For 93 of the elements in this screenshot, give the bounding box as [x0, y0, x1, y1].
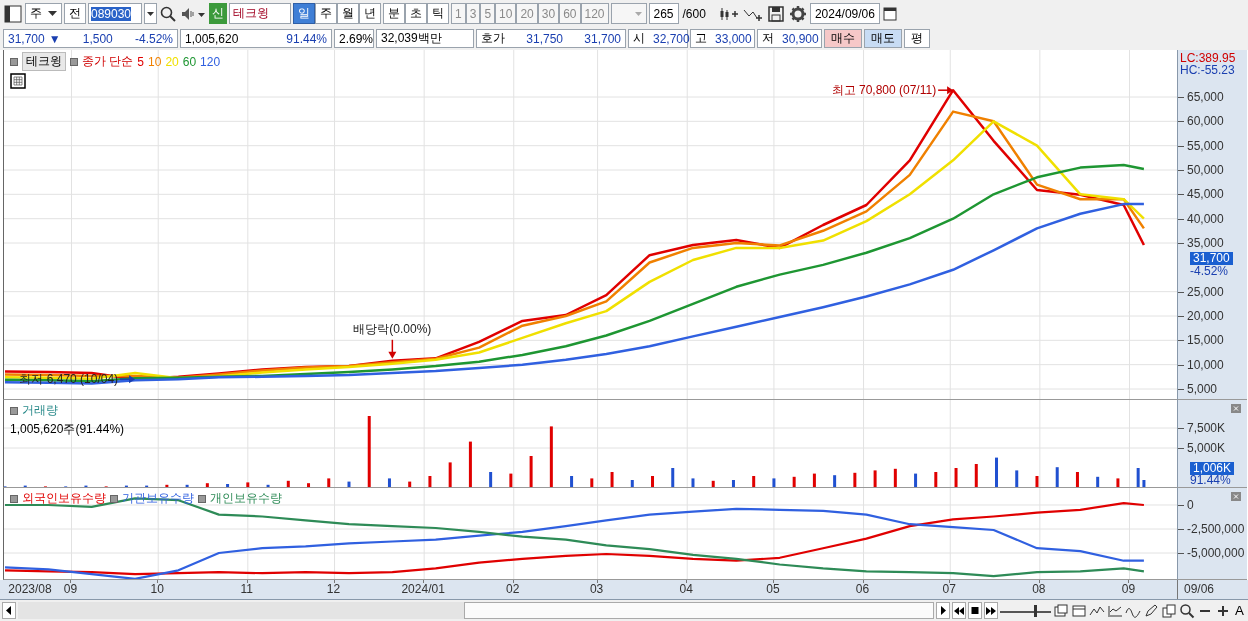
count-field[interactable]: 265 [648, 3, 679, 24]
axis-label: 09 [1121, 581, 1136, 598]
period-tab[interactable]: 초 [405, 3, 427, 24]
open-label: 시 [633, 30, 645, 47]
period-tab[interactable]: 틱 [427, 3, 449, 24]
trade-volume: 1,005,620 [185, 31, 239, 46]
pane-title: 거래량 [22, 402, 58, 419]
period-tab[interactable]: 주 [315, 3, 337, 24]
down-arrow-icon: ▼ [48, 31, 61, 46]
legend-label: 종가 단순 [82, 53, 134, 70]
axis-label: 45,000 [1187, 187, 1224, 202]
low-price: 30,900 [782, 31, 819, 46]
interval-button[interactable]: 1 [451, 3, 466, 24]
axis-label: 07 [942, 581, 956, 598]
annotation-label: 최저 6,470 (10/04) [19, 372, 119, 387]
price-change: 1,500 [82, 31, 113, 46]
axis-label: 65,000 [1187, 90, 1224, 104]
type-button[interactable]: 전 [64, 3, 86, 24]
lc-value: LC:389.95 [1180, 51, 1236, 65]
interval-button[interactable]: 60 [559, 3, 581, 24]
volume-tag: 1,006K [1190, 462, 1235, 475]
low-label: 저 [762, 30, 774, 47]
annotation-label: 최고 70,800 (07/11) [831, 83, 937, 98]
period-tab[interactable]: 분 [383, 3, 405, 24]
axis-label: 09/06 [1177, 580, 1247, 599]
annotation-label: 배당락(0.00%) [353, 321, 432, 336]
legend-item[interactable]: 5 [137, 54, 145, 69]
axis-label: 50,000 [1187, 163, 1224, 177]
market-badge: 신 [209, 3, 227, 24]
axis-label: -5,000,000 [1187, 546, 1245, 560]
price-tag: 31,700 [1190, 252, 1233, 265]
axis-label: 05 [766, 581, 780, 598]
trade-amount: 32,039백만 [381, 30, 442, 47]
axis-label: 12 [326, 581, 341, 598]
buy-button[interactable]: 매수 [824, 29, 862, 48]
legend-item[interactable]: 외국인보유수량 [22, 490, 106, 507]
sell-button[interactable]: 매도 [864, 29, 902, 48]
period-tab[interactable]: 월 [337, 3, 359, 24]
open-price: 32,700 [653, 31, 690, 46]
axis-label: 55,000 [1187, 138, 1224, 153]
ask-price: 31,750 [526, 31, 563, 46]
axis-label: -2,500,000 [1187, 522, 1245, 536]
current-price: 31,700 [8, 31, 45, 46]
axis-label: 03 [589, 581, 604, 598]
axis-label: 06 [855, 581, 870, 598]
axis-label: 40,000 [1187, 211, 1224, 226]
volume-ratio: 91.44% [286, 31, 327, 46]
stock-name-field[interactable]: 테크윙 [229, 3, 291, 24]
high-price: 33,000 [715, 31, 752, 46]
axis-label: 60,000 [1187, 114, 1224, 129]
axis-label: 2024/01 [401, 581, 445, 598]
average-button[interactable]: 평 [904, 29, 930, 48]
legend-item[interactable]: 60 [182, 54, 197, 69]
axis-label: 08 [1032, 581, 1046, 598]
high-label: 고 [695, 30, 707, 47]
change-tag: -4.52% [1190, 265, 1229, 278]
interval-button[interactable]: 5 [480, 3, 496, 24]
legend-item[interactable]: 120 [200, 54, 221, 69]
axis-label: 2023/08 [8, 581, 52, 598]
bid-price: 31,700 [584, 31, 621, 46]
interval-button[interactable]: 30 [537, 3, 560, 24]
stock-code-field[interactable]: 089030 [88, 3, 142, 24]
date-field[interactable]: 2024/09/06 [809, 3, 880, 24]
interval-button[interactable]: 120 [580, 3, 609, 24]
axis-label: 02 [506, 581, 520, 598]
volume-reading: 1,005,620주(91.44%) [10, 421, 125, 438]
change-rate: -4.52% [134, 31, 173, 46]
font-button[interactable]: A [1233, 603, 1246, 618]
max-count: /600 [681, 6, 707, 21]
axis-label: 15,000 [1187, 333, 1224, 348]
interval-button[interactable]: 10 [495, 3, 517, 24]
market-dropdown[interactable]: 주 [25, 3, 62, 24]
axis-label: 20,000 [1187, 309, 1224, 323]
axis-label: 5,000 [1187, 382, 1218, 396]
axis-label: 25,000 [1187, 284, 1224, 299]
hc-value: HC:-55.23 [1180, 63, 1235, 77]
stock-tab[interactable]: 테크윙 [22, 52, 66, 71]
axis-label: 09 [63, 581, 78, 598]
ask-label: 호가 [481, 30, 505, 47]
axis-label: 11 [240, 581, 254, 598]
period-tab[interactable]: 일 [293, 3, 315, 24]
axis-label: 10,000 [1187, 357, 1224, 372]
interval-button[interactable]: 20 [516, 3, 538, 24]
axis-label: 5,000K [1187, 441, 1226, 455]
axis-label: 0 [1187, 498, 1194, 512]
period-tab[interactable]: 년 [359, 3, 381, 24]
axis-label: 35,000 [1187, 236, 1224, 250]
axis-label: 7,500K [1187, 421, 1226, 435]
turnover-rate: 2.69% [339, 31, 374, 46]
axis-label: 04 [679, 581, 693, 598]
ratio-tag: 91.44% [1190, 474, 1231, 487]
legend-item[interactable]: 개인보유수량 [210, 490, 282, 507]
axis-label: 10 [150, 581, 164, 598]
